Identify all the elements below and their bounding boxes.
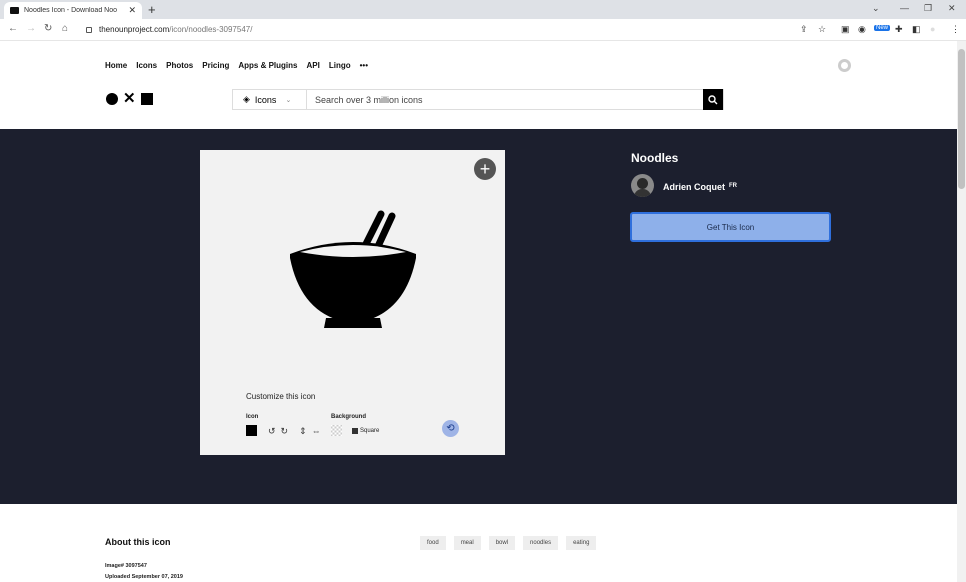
flip-vertical-icon[interactable]: ⇕: [299, 426, 307, 437]
nav-photos[interactable]: Photos: [166, 61, 193, 70]
icon-color-label: Icon: [246, 414, 259, 420]
tab-title: Noodles Icon - Download Noo: [24, 7, 117, 14]
author-name[interactable]: Adrien Coquet: [663, 182, 725, 192]
customize-title: Customize this icon: [246, 392, 316, 401]
logo-circle-icon: [106, 93, 118, 105]
background-label: Background: [331, 414, 367, 420]
nav-api[interactable]: API: [307, 61, 320, 70]
new-tab-button[interactable]: +: [148, 2, 156, 17]
nav-icons[interactable]: Icons: [136, 61, 157, 70]
icon-color-swatch[interactable]: [246, 425, 257, 436]
extension-icon[interactable]: ▣: [841, 24, 850, 35]
minimize-icon[interactable]: —: [900, 3, 909, 13]
puzzle-icon[interactable]: ✚: [895, 24, 903, 35]
logo-square-icon: [140, 93, 153, 105]
search-type-label: Icons: [254, 94, 277, 105]
tag-list: food meal bowl noodles eating: [420, 536, 597, 550]
icon-title: Noodles: [631, 151, 679, 165]
url-field[interactable]: thenounproject.com /icon/noodles-3097547…: [80, 21, 830, 38]
icon-preview-card: + Customize this icon Icon Background ↺ …: [200, 150, 505, 455]
author-country: FR: [729, 183, 737, 189]
address-bar-row: ← → ↻ ⌂ thenounproject.com /icon/noodles…: [0, 19, 966, 41]
reload-icon[interactable]: ↻: [44, 23, 52, 34]
bookmark-star-icon[interactable]: ☆: [818, 24, 826, 35]
reset-button[interactable]: ⟲: [442, 420, 459, 437]
about-title: About this icon: [105, 537, 171, 547]
nav-more[interactable]: •••: [360, 61, 368, 70]
back-icon[interactable]: ←: [8, 23, 18, 34]
home-icon[interactable]: ⌂: [62, 23, 68, 34]
share-icon[interactable]: ⇪: [800, 24, 808, 35]
url-path: /icon/noodles-3097547/: [169, 25, 253, 34]
rotate-left-icon[interactable]: ↺: [268, 426, 276, 437]
restore-icon[interactable]: ❐: [924, 3, 932, 14]
browser-tab-bar: Noodles Icon - Download Noo ✕ + ⌄ — ❐ ✕: [0, 0, 966, 19]
tag-noodles[interactable]: noodles: [523, 536, 559, 550]
tag-bowl[interactable]: bowl: [488, 536, 516, 550]
favicon-icon: [10, 7, 19, 14]
background-swatch[interactable]: [331, 425, 342, 436]
nav-apps-plugins[interactable]: Apps & Plugins: [238, 61, 297, 70]
nav-home[interactable]: Home: [105, 61, 127, 70]
forward-icon[interactable]: →: [26, 23, 36, 34]
upload-date: Uploaded September 07, 2019: [105, 574, 183, 580]
site-logo[interactable]: ✕: [106, 90, 153, 107]
search-button[interactable]: [703, 89, 723, 110]
logo-x-icon: ✕: [123, 90, 136, 107]
flip-horizontal-icon[interactable]: ⇔: [312, 426, 321, 437]
author-avatar[interactable]: [631, 174, 654, 197]
tag-food[interactable]: food: [420, 536, 446, 550]
search-type-dropdown[interactable]: ◈ Icons ⌄: [233, 90, 307, 109]
search-input[interactable]: Search over 3 million icons: [307, 95, 703, 105]
icons-type-icon: ◈: [243, 94, 250, 104]
new-badge[interactable]: New: [874, 25, 891, 31]
browser-tab[interactable]: Noodles Icon - Download Noo ✕: [4, 2, 142, 19]
sidebar-icon[interactable]: ◧: [912, 24, 921, 35]
nav-pricing[interactable]: Pricing: [202, 61, 229, 70]
close-tab-icon[interactable]: ✕: [128, 5, 136, 16]
search-icon: [708, 94, 718, 104]
lock-icon: [86, 26, 92, 33]
image-number: Image# 3097547: [105, 563, 147, 569]
square-label: Square: [360, 428, 380, 434]
page-content: Home Icons Photos Pricing Apps & Plugins…: [0, 41, 957, 582]
profile-icon[interactable]: ●: [930, 24, 935, 34]
scrollbar[interactable]: [957, 41, 966, 582]
scrollbar-thumb[interactable]: [958, 49, 965, 189]
tab-search-icon[interactable]: ⌄: [872, 3, 880, 14]
tag-meal[interactable]: meal: [453, 536, 481, 550]
add-to-collection-button[interactable]: +: [474, 158, 496, 180]
icon-hero: + Customize this icon Icon Background ↺ …: [0, 129, 957, 504]
user-avatar[interactable]: [838, 59, 851, 72]
square-checkbox[interactable]: [352, 428, 358, 434]
menu-icon[interactable]: ⋮: [951, 24, 960, 35]
chevron-down-icon: ⌄: [285, 96, 292, 104]
transform-tools: ↺ ↻ ⇕ ⇔: [268, 426, 321, 437]
pinterest-icon[interactable]: ◉: [858, 24, 866, 35]
site-nav: Home Icons Photos Pricing Apps & Plugins…: [105, 61, 368, 70]
nav-lingo[interactable]: Lingo: [329, 61, 351, 70]
window-close-icon[interactable]: ✕: [948, 3, 956, 14]
get-icon-button[interactable]: Get This Icon: [630, 212, 831, 242]
rotate-right-icon[interactable]: ↻: [281, 426, 289, 437]
tag-eating[interactable]: eating: [566, 536, 597, 550]
noodles-bowl-icon: [290, 210, 416, 328]
search-bar: ◈ Icons ⌄ Search over 3 million icons: [232, 89, 724, 110]
url-domain: thenounproject.com: [99, 25, 170, 34]
